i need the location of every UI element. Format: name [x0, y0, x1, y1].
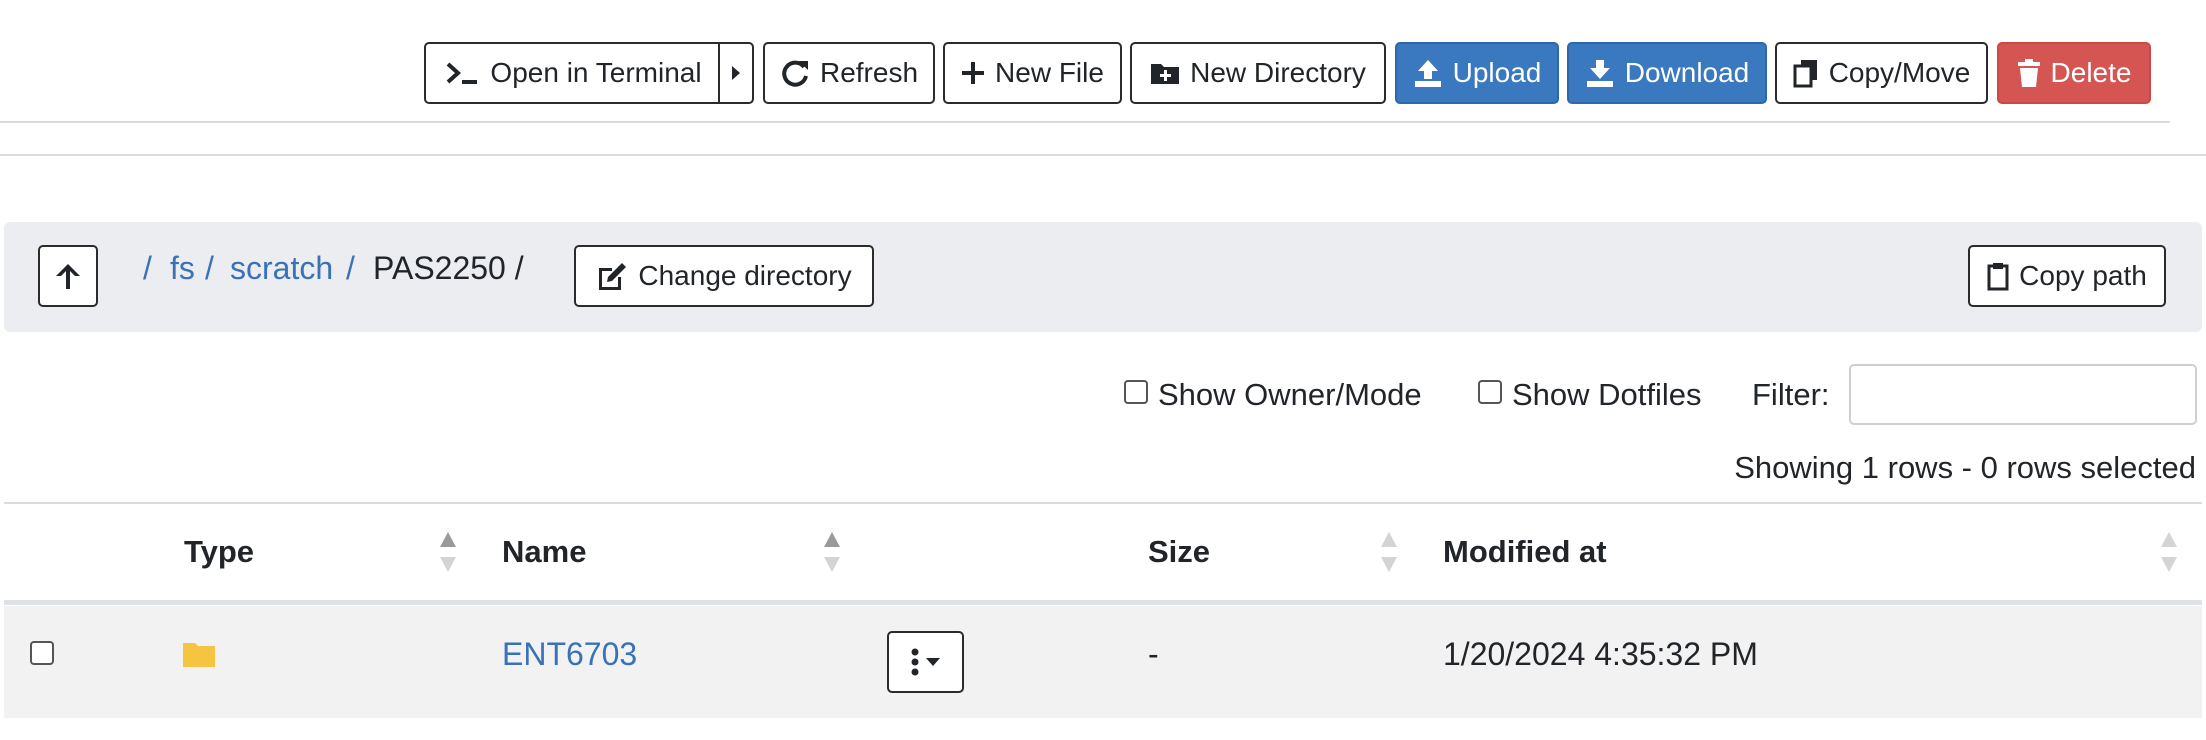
- column-header-type[interactable]: Type: [184, 534, 254, 570]
- copy-move-label: Copy/Move: [1828, 57, 1971, 88]
- table-top-divider: [4, 502, 2202, 504]
- column-header-size[interactable]: Size: [1148, 534, 1210, 570]
- show-dotfiles-label: Show Dotfiles: [1512, 377, 1702, 412]
- breadcrumb-separator: /: [205, 250, 214, 286]
- clipboard-icon: [1987, 263, 2009, 291]
- edit-icon: [599, 263, 627, 290]
- path-bar: [4, 222, 2202, 332]
- open-in-terminal-button[interactable]: Open in Terminal: [424, 42, 720, 104]
- delete-label: Delete: [2050, 57, 2132, 88]
- breadcrumb-fs[interactable]: fs: [170, 250, 195, 287]
- delete-button[interactable]: Delete: [1997, 42, 2151, 104]
- sort-icon[interactable]: [439, 530, 457, 574]
- filter-label: Filter:: [1752, 377, 1830, 412]
- copy-icon: [1793, 60, 1817, 88]
- change-directory-button[interactable]: Change directory: [574, 245, 874, 307]
- toolbar-divider: [0, 121, 2170, 123]
- row-size: -: [1148, 636, 1159, 672]
- copy-path-button[interactable]: Copy path: [1968, 245, 2166, 307]
- download-icon: [1586, 60, 1613, 87]
- open-in-terminal-label: Open in Terminal: [490, 57, 702, 88]
- refresh-button[interactable]: Refresh: [763, 42, 935, 104]
- sort-icon[interactable]: [1380, 530, 1398, 574]
- rows-status: Showing 1 rows - 0 rows selected: [1734, 450, 2196, 485]
- upload-icon: [1414, 60, 1441, 87]
- breadcrumb-root[interactable]: /: [143, 250, 152, 287]
- copy-path-label: Copy path: [2019, 260, 2147, 291]
- breadcrumb-scratch[interactable]: scratch: [230, 250, 333, 287]
- show-owner-mode-checkbox[interactable]: [1124, 380, 1148, 404]
- column-header-modified-at[interactable]: Modified at: [1443, 534, 1607, 570]
- show-owner-mode-label: Show Owner/Mode: [1158, 377, 1422, 412]
- folder-icon: [183, 643, 215, 667]
- row-name-link[interactable]: ENT6703: [502, 636, 637, 673]
- download-button[interactable]: Download: [1567, 42, 1767, 104]
- row-modified: 1/20/2024 4:35:32 PM: [1443, 636, 1758, 672]
- change-directory-label: Change directory: [638, 260, 852, 291]
- folder-plus-icon: [1151, 64, 1180, 84]
- refresh-icon: [782, 60, 808, 87]
- breadcrumb-separator: /: [346, 250, 355, 286]
- kebab-icon: [911, 648, 918, 676]
- upload-label: Upload: [1452, 57, 1542, 88]
- table-header-divider: [4, 600, 2202, 605]
- row-actions-dropdown[interactable]: [887, 631, 964, 693]
- terminal-icon: [447, 62, 478, 84]
- filter-input[interactable]: [1849, 364, 2197, 425]
- new-directory-button[interactable]: New Directory: [1130, 42, 1386, 104]
- trash-icon: [2017, 59, 2040, 87]
- sort-icon[interactable]: [2160, 530, 2178, 574]
- go-up-button[interactable]: [38, 245, 98, 307]
- column-header-name[interactable]: Name: [502, 534, 586, 570]
- new-directory-label: New Directory: [1190, 57, 1366, 88]
- refresh-label: Refresh: [819, 57, 919, 88]
- breadcrumb-current: PAS2250 /: [373, 250, 524, 286]
- new-file-button[interactable]: New File: [943, 42, 1122, 104]
- download-label: Download: [1624, 57, 1750, 88]
- terminal-dropdown-toggle[interactable]: [718, 42, 754, 104]
- row-select-checkbox[interactable]: [30, 641, 54, 665]
- show-dotfiles-checkbox[interactable]: [1478, 380, 1502, 404]
- table-row[interactable]: [4, 606, 2202, 718]
- caret-down-icon: [925, 658, 940, 666]
- upload-button[interactable]: Upload: [1395, 42, 1559, 104]
- caret-right-icon: [732, 66, 740, 80]
- sort-icon[interactable]: [823, 530, 841, 574]
- section-divider: [0, 154, 2206, 156]
- plus-icon: [962, 62, 985, 84]
- copy-move-button[interactable]: Copy/Move: [1775, 42, 1988, 104]
- arrow-up-icon: [56, 264, 80, 289]
- new-file-label: New File: [995, 57, 1104, 88]
